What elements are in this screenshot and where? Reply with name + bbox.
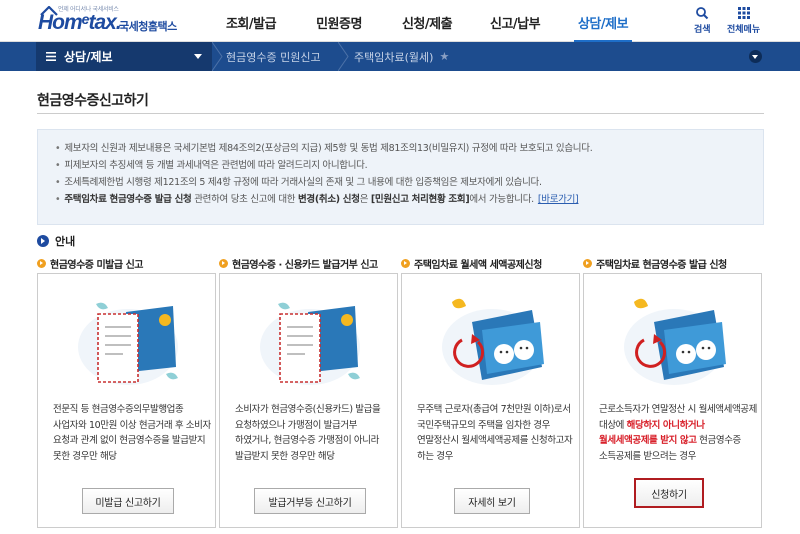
wallet-illustration-icon — [442, 298, 544, 385]
all-menu-label: 전체메뉴 — [727, 25, 761, 35]
card-description: 전문직 등 현금영수증의무발행업종 사업자와 10만원 이상 현금거래 후 소비… — [53, 404, 211, 462]
search-icon — [696, 7, 709, 20]
card-description: 소비자가 현금영수증(신용카드) 발급을 요청하였으나 가맹점이 발급거부 하였… — [235, 404, 381, 462]
wallet-illustration-icon — [624, 298, 726, 385]
card-rent-tax-credit: 무주택 근로자(총급여 7천만원 이하)로서 국민주택규모의 주택을 임차한 경… — [401, 273, 580, 528]
location-level3-label: 주택임차료(월세) — [354, 50, 434, 64]
shortcut-link[interactable]: [바로가기] — [538, 194, 579, 205]
hamburger-icon — [46, 52, 56, 61]
location-level1-dropdown[interactable]: 상담/제보 — [36, 42, 212, 71]
arrow-circle-icon — [37, 259, 46, 268]
arrow-circle-icon — [219, 259, 228, 268]
location-level1-label: 상담/제보 — [64, 50, 113, 64]
logo-text: Hometax. — [38, 11, 122, 34]
dropdown-arrow-icon — [194, 54, 202, 59]
card-rent-receipt-application: 근로소득자가 연말정산 시 월세액세액공제 대상에 해당하지 아니하거나 월세세… — [583, 273, 762, 528]
card-description: 무주택 근로자(총급여 7천만원 이하)로서 국민주택규모의 주택을 임차한 경… — [417, 404, 573, 462]
nav-item-consult[interactable]: 상담/제보 — [574, 0, 632, 42]
card-title: 현금영수증 미발급 신고 — [37, 256, 143, 271]
grid-menu-icon — [737, 7, 750, 19]
location-level2-label: 현금영수증 민원신고 — [226, 50, 321, 64]
notice-item: 피제보자의 추징세액 등 개별 과세내역은 관련법에 따라 알려드리지 아니합니… — [55, 157, 763, 174]
search-label: 검색 — [694, 25, 711, 35]
card-title: 현금영수증 · 신용카드 발급거부 신고 — [219, 256, 378, 271]
notice-item: 조세특례제한법 시행령 제121조의 5 제4항 규정에 따라 거래사실의 존재… — [55, 174, 763, 191]
receipt-illustration-icon — [78, 302, 178, 385]
nav-item-application[interactable]: 신청/제출 — [398, 0, 456, 42]
nav-item-certificate[interactable]: 민원증명 — [310, 0, 368, 42]
location-expand-icon[interactable] — [749, 50, 762, 63]
card-title: 주택임차료 현금영수증 발급 신청 — [583, 256, 727, 271]
all-menu-button[interactable]: 전체메뉴 — [727, 6, 760, 35]
notice-box: 제보자의 신원과 제보내용은 국세기본법 제84조의2(포상금의 지급) 제5항… — [37, 129, 764, 225]
arrow-circle-icon — [401, 259, 410, 268]
nav-item-inquiry[interactable]: 조회/발급 — [222, 0, 280, 42]
receipt-illustration-icon — [260, 302, 360, 385]
card-refusal-report: 소비자가 현금영수증(신용카드) 발급을 요청하였으나 가맹점이 발급거부 하였… — [219, 273, 398, 528]
guide-label: 안내 — [55, 235, 76, 248]
refusal-report-button[interactable]: 발급거부등 신고하기 — [254, 488, 366, 514]
title-divider — [37, 113, 764, 114]
card-title: 주택임차료 월세액 세액공제신청 — [401, 256, 542, 271]
guide-heading: 안내 — [37, 233, 75, 249]
header: 언제 어디서나 국세서비스 Hometax. 국세청홈택스 조회/발급 민원증명… — [0, 0, 800, 42]
apply-button[interactable]: 신청하기 — [634, 478, 704, 508]
details-button[interactable]: 자세히 보기 — [454, 488, 530, 514]
arrow-circle-icon — [583, 259, 592, 268]
arrow-circle-icon — [37, 235, 49, 247]
main-nav: 조회/발급 민원증명 신청/제출 신고/납부 상담/제보 — [222, 0, 632, 42]
favorite-star-icon[interactable]: ★ — [439, 50, 449, 63]
logo-subtitle: 국세청홈택스 — [119, 20, 177, 33]
unissued-report-button[interactable]: 미발급 신고하기 — [82, 488, 174, 514]
notice-item: 제보자의 신원과 제보내용은 국세기본법 제84조의2(포상금의 지급) 제5항… — [55, 140, 763, 157]
location-bar: 상담/제보 현금영수증 민원신고 주택임차료(월세) ★ — [0, 42, 800, 71]
search-button[interactable]: 검색 — [694, 6, 711, 35]
hometax-logo[interactable]: 언제 어디서나 국세서비스 Hometax. 국세청홈택스 — [38, 4, 208, 38]
notice-item: 주택임차료 현금영수증 발급 신청 관련하여 당초 신고에 대한 변경(취소) … — [55, 191, 763, 208]
page-title: 현금영수증신고하기 — [37, 93, 149, 109]
location-level3[interactable]: 주택임차료(월세) ★ — [342, 42, 449, 71]
nav-item-filing[interactable]: 신고/납부 — [486, 0, 544, 42]
card-description: 근로소득자가 연말정산 시 월세액세액공제 대상에 해당하지 아니하거나 월세세… — [599, 404, 757, 462]
location-level2[interactable]: 현금영수증 민원신고 — [214, 42, 321, 71]
card-unissued-report: 전문직 등 현금영수증의무발행업종 사업자와 10만원 이상 현금거래 후 소비… — [37, 273, 216, 528]
